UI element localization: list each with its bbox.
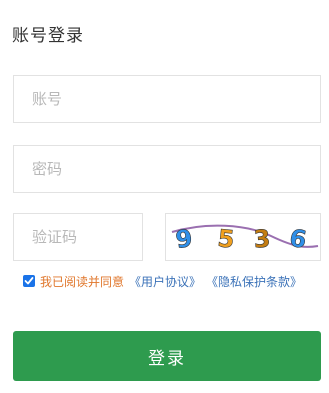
captcha-graphic: 9536 bbox=[171, 223, 319, 255]
user-agreement-link[interactable]: 《用户协议》 bbox=[129, 273, 201, 290]
login-button[interactable]: 登录 bbox=[13, 331, 321, 381]
agreement-text: 我已阅读并同意 bbox=[40, 274, 125, 289]
account-input[interactable] bbox=[13, 75, 321, 123]
captcha-digit: 5 bbox=[216, 224, 236, 254]
captcha-image[interactable]: 9536 bbox=[165, 213, 321, 261]
password-input[interactable] bbox=[13, 145, 321, 193]
captcha-digit: 6 bbox=[287, 224, 308, 254]
captcha-digit: 3 bbox=[253, 224, 272, 253]
page-title: 账号登录 bbox=[12, 26, 84, 46]
agreement-checkbox[interactable] bbox=[23, 275, 35, 287]
checkmark-icon bbox=[24, 277, 34, 285]
captcha-input[interactable] bbox=[13, 213, 143, 261]
privacy-terms-link[interactable]: 《隐私保护条款》 bbox=[206, 273, 302, 290]
agreement-row: 我已阅读并同意 《用户协议》 《隐私保护条款》 bbox=[23, 273, 302, 289]
